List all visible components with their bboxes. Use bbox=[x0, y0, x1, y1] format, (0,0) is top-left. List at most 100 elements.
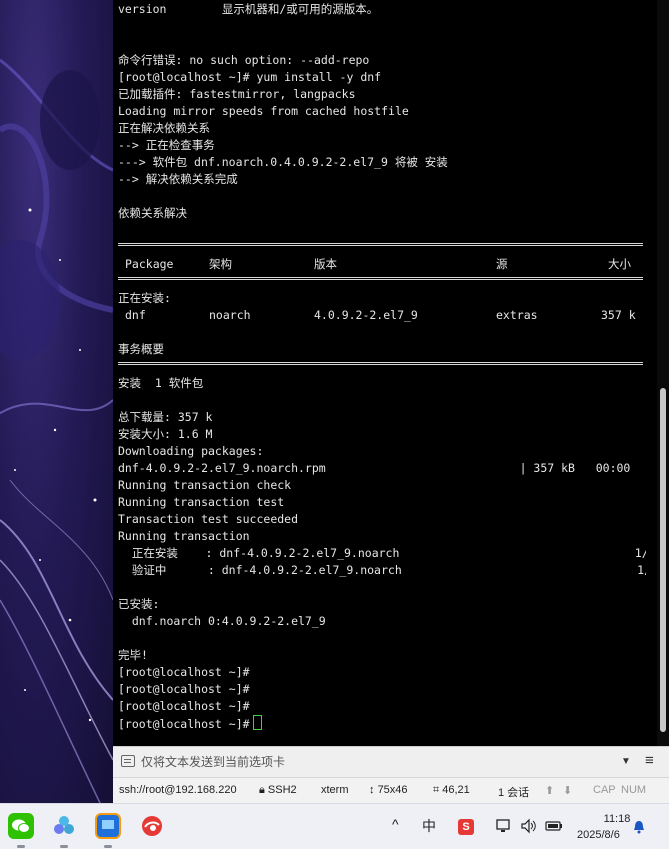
terminal-line: Running transaction bbox=[118, 529, 250, 543]
summary-title: 事务概要 bbox=[118, 342, 164, 356]
connection-status: ssh://root@192.168.220 bbox=[119, 784, 237, 796]
lock-icon: 🔒︎ bbox=[259, 784, 265, 796]
terminal-line: 已安装: bbox=[118, 597, 160, 611]
resize-icon: ↕ bbox=[369, 784, 375, 796]
table-cell: dnf bbox=[125, 308, 146, 322]
terminal-line: dnf-4.0.9.2-2.el7_9.noarch.rpm | 357 kB … bbox=[118, 461, 631, 475]
terminal-line: ---> 软件包 dnf.noarch.0.4.0.9.2-2.el7_9 将被… bbox=[118, 155, 448, 169]
volume-icon[interactable] bbox=[520, 818, 538, 837]
terminal-line: --> 解决依赖关系完成 bbox=[118, 172, 238, 186]
status-bar: ssh://root@192.168.220 🔒︎ SSH2 xterm ↕ 7… bbox=[113, 777, 669, 803]
terminal-line: Running transaction check bbox=[118, 478, 292, 492]
battery-glyph bbox=[545, 821, 562, 831]
terminal-line: 正在解决依赖关系 bbox=[118, 121, 210, 135]
table-separator bbox=[118, 243, 643, 248]
display-glyph bbox=[496, 819, 510, 832]
send-text-input[interactable] bbox=[141, 752, 616, 772]
remote-desktop-icon[interactable] bbox=[95, 813, 121, 848]
terminal-line: dnf.noarch 0:4.0.9.2-2.el7_9 bbox=[118, 614, 326, 628]
session-count: 1 会话 bbox=[498, 787, 530, 799]
table-cell: 357 k bbox=[601, 308, 636, 322]
wechat-glyph bbox=[12, 819, 30, 833]
table-cell: noarch bbox=[209, 308, 251, 322]
protocol-status: 🔒︎ SSH2 bbox=[259, 784, 297, 797]
terminal-line: 完毕! bbox=[118, 648, 148, 662]
browser-icon[interactable] bbox=[139, 813, 165, 839]
terminal-line: 安装大小: 1.6 M bbox=[118, 427, 213, 441]
table-header: Package bbox=[125, 257, 174, 271]
cursor-position: ⌗ 46,21 bbox=[433, 784, 470, 797]
table-header-row: Package 架构 版本 源 大小 bbox=[118, 256, 643, 273]
terminal-prompt: [root@localhost ~]# bbox=[118, 717, 250, 731]
summary-line: 安装 1 软件包 bbox=[118, 376, 204, 390]
terminal-line: 正在安装 : dnf-4.0.9.2-2.el7_9.noarch 1/1 bbox=[118, 546, 646, 560]
ime-indicator[interactable]: 中 bbox=[422, 816, 436, 836]
num-lock-indicator: NUM bbox=[621, 784, 647, 796]
terminal-size: ↕ 75x46 bbox=[369, 784, 408, 796]
terminal-line: 验证中 : dnf-4.0.9.2-2.el7_9.noarch 1/1 bbox=[118, 563, 646, 577]
running-indicator bbox=[60, 845, 68, 848]
table-separator bbox=[118, 277, 643, 282]
chevron-up-icon[interactable]: ^ bbox=[392, 816, 399, 832]
terminal-line: [root@localhost ~]# yum install -y dnf bbox=[118, 70, 382, 84]
terminal-line: Downloading packages: bbox=[118, 444, 264, 458]
remote-desktop-glyph bbox=[102, 820, 114, 829]
photos-icon[interactable] bbox=[51, 813, 77, 848]
wechat-icon[interactable] bbox=[8, 813, 34, 848]
table-cell: 4.0.9.2-2.el7_9 bbox=[314, 308, 418, 322]
terminal-line: 总下载量: 357 k bbox=[118, 410, 213, 424]
size-label: 75x46 bbox=[377, 784, 408, 796]
table-section-title: 正在安装: bbox=[118, 291, 171, 305]
terminal-line: 已加载插件: fastestmirror, langpacks bbox=[118, 87, 356, 101]
desktop-wallpaper bbox=[0, 0, 113, 803]
send-text-bar: ▼ ≡ bbox=[113, 746, 669, 777]
terminal-line: [root@localhost ~]# bbox=[118, 665, 250, 679]
protocol-label: SSH2 bbox=[267, 784, 297, 796]
display-icon[interactable] bbox=[496, 818, 512, 837]
volume-glyph bbox=[521, 818, 536, 834]
table-header: 架构 bbox=[209, 257, 232, 271]
running-indicator bbox=[17, 845, 25, 848]
table-row: dnf noarch 4.0.9.2-2.el7_9 extras 357 k bbox=[118, 307, 643, 324]
notification-bell-icon[interactable] bbox=[633, 820, 645, 834]
terminal-line: 命令行错误: no such option: --add-repo bbox=[118, 53, 370, 67]
terminal-line: --> 正在检查事务 bbox=[118, 138, 215, 152]
photos-glyph bbox=[54, 816, 74, 834]
clock-date[interactable]: 2025/8/6 bbox=[577, 829, 620, 841]
hamburger-menu-icon[interactable]: ≡ bbox=[645, 752, 654, 769]
wallpaper-art bbox=[0, 58, 113, 803]
arrow-down-icon[interactable]: ⬇ bbox=[563, 784, 572, 797]
terminal-type: xterm bbox=[321, 784, 349, 796]
sogou-ime-icon[interactable]: S bbox=[458, 819, 474, 835]
browser-glyph bbox=[142, 816, 162, 836]
caps-lock-indicator: CAP bbox=[593, 784, 616, 796]
taskbar: ^ 中 S 11:18 2025/8/6 bbox=[0, 803, 669, 849]
arrow-up-icon[interactable]: ⬆ bbox=[545, 784, 554, 797]
battery-icon[interactable] bbox=[545, 818, 563, 837]
clock-time[interactable]: 11:18 bbox=[597, 813, 637, 825]
send-bar-icon[interactable] bbox=[121, 755, 135, 767]
terminal-line: Loading mirror speeds from cached hostfi… bbox=[118, 104, 409, 118]
terminal-line: [root@localhost ~]# bbox=[118, 699, 250, 713]
terminal-output[interactable]: version 显示机器和/或可用的源版本。 命令行错误: no such op… bbox=[118, 0, 646, 746]
position-label: 46,21 bbox=[442, 784, 470, 796]
running-indicator bbox=[104, 845, 112, 848]
terminal-line: 依赖关系解决 bbox=[118, 206, 187, 220]
table-separator bbox=[118, 362, 643, 367]
table-header: 源 bbox=[496, 257, 508, 271]
terminal-line: version 显示机器和/或可用的源版本。 bbox=[118, 2, 379, 16]
terminal-prompt-line[interactable]: [root@localhost ~]# bbox=[118, 715, 262, 732]
table-header: 大小 bbox=[608, 257, 631, 271]
terminal-line: Transaction test succeeded bbox=[118, 512, 299, 526]
terminal-cursor bbox=[252, 715, 262, 730]
table-header: 版本 bbox=[314, 257, 337, 271]
table-cell: extras bbox=[496, 308, 538, 322]
position-icon: ⌗ bbox=[433, 784, 440, 796]
terminal-scrollbar[interactable] bbox=[657, 0, 669, 746]
bell-glyph bbox=[634, 821, 644, 834]
terminal-line: Running transaction test bbox=[118, 495, 285, 509]
terminal-line: [root@localhost ~]# bbox=[118, 682, 250, 696]
scrollbar-thumb[interactable] bbox=[660, 388, 666, 732]
chevron-down-icon[interactable]: ▼ bbox=[621, 756, 631, 767]
terminal-window[interactable]: version 显示机器和/或可用的源版本。 命令行错误: no such op… bbox=[113, 0, 669, 746]
